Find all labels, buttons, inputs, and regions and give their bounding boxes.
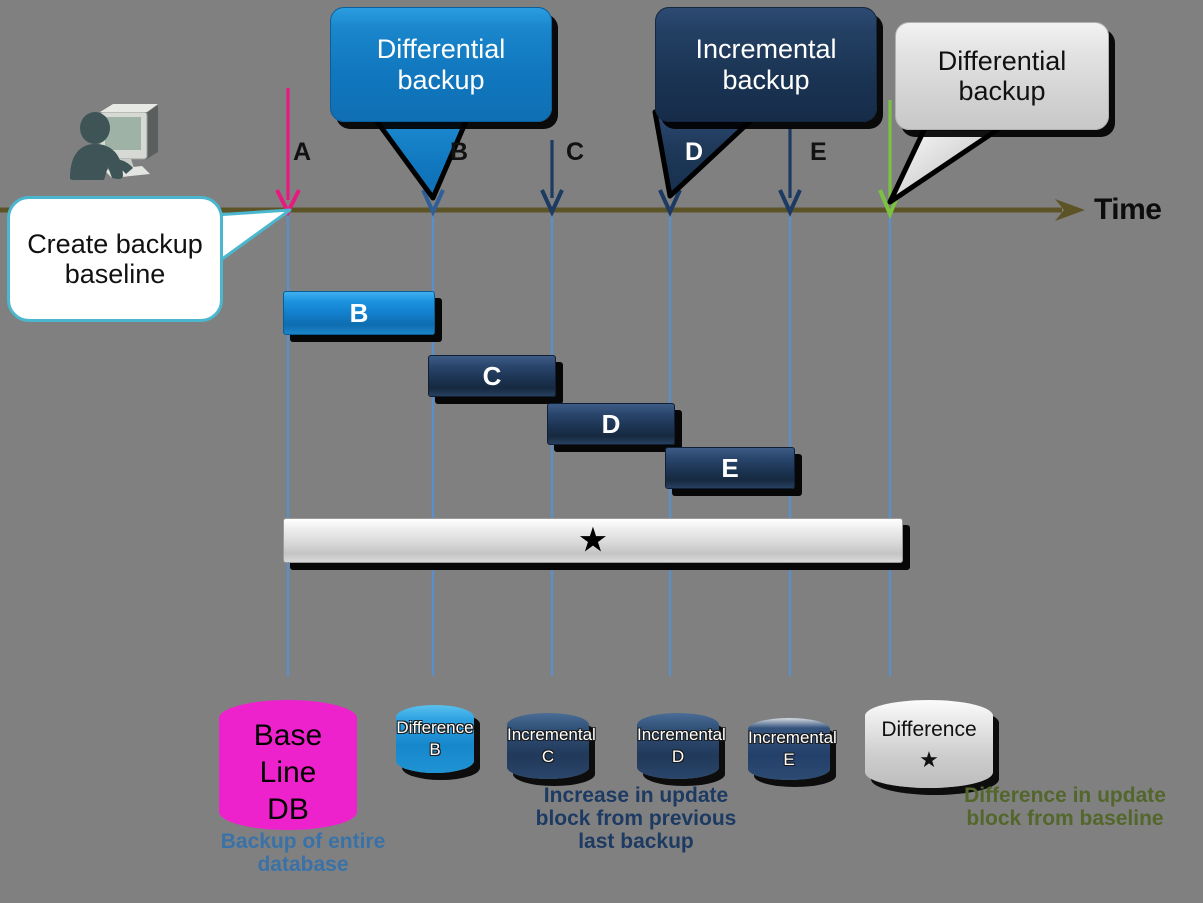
- tick-label-C: C: [566, 138, 585, 166]
- tick-label-E: E: [810, 138, 827, 166]
- bar-star[interactable]: ★: [283, 518, 903, 563]
- bar-b[interactable]: B: [283, 291, 435, 335]
- callout-differential-b[interactable]: Differential backup: [330, 7, 552, 122]
- cylinder-incremental-e[interactable]: Incremental E: [748, 718, 837, 780]
- callout-tail-incremental: [652, 109, 763, 199]
- diagram-canvas: Differential backup Incremental backup D…: [0, 0, 1203, 903]
- callout-incremental[interactable]: Incremental backup: [655, 7, 877, 122]
- cylinder-baseline[interactable]: Base Line DB: [219, 700, 357, 830]
- tick-label-D: D: [685, 138, 704, 166]
- diagram-vector-layer: [0, 88, 1085, 676]
- tick-label-A: A: [293, 138, 312, 166]
- bar-d[interactable]: D: [547, 403, 675, 445]
- callout-tail-baseline: [213, 208, 292, 264]
- cylinder-incremental-d-body: [637, 713, 719, 779]
- caption-differential: Difference in update block from baseline: [964, 784, 1166, 831]
- callout-tail-differential-star: [887, 125, 1003, 205]
- tick-arrow-B: [421, 110, 445, 217]
- callout-differential-star-text: Differential backup: [937, 45, 1067, 106]
- cylinder-difference-b-body: [396, 705, 474, 773]
- bar-b-label: B: [349, 297, 369, 328]
- caption-incremental: Increase in update block from previous l…: [535, 784, 737, 854]
- tick-arrow-E: [778, 128, 802, 217]
- callout-baseline-text: Create backup baseline: [27, 228, 203, 289]
- cylinder-baseline-body: [219, 700, 357, 830]
- cylinder-incremental-c-body: [507, 713, 589, 779]
- tick-arrow-D: [658, 120, 682, 217]
- callout-baseline[interactable]: Create backup baseline: [7, 196, 223, 322]
- time-axis-label: Time: [1094, 193, 1162, 226]
- callout-differential-star[interactable]: Differential backup: [895, 22, 1109, 130]
- bar-e-label: E: [721, 452, 739, 483]
- callout-tails: [213, 109, 1003, 264]
- tick-label-B: B: [450, 138, 469, 166]
- cylinder-incremental-c[interactable]: Incremental C: [507, 713, 596, 779]
- star-icon: ★: [579, 524, 607, 557]
- cylinder-incremental-d[interactable]: Incremental D: [637, 713, 726, 779]
- cylinder-difference-b[interactable]: Difference B: [396, 705, 474, 773]
- person-at-computer-icon: [70, 104, 158, 180]
- cylinder-difference-star[interactable]: Difference ★: [865, 700, 993, 788]
- cylinder-difference-star-body: [865, 700, 993, 788]
- tick-arrow-C: [540, 140, 564, 217]
- cylinder-incremental-e-body: [748, 718, 830, 780]
- caption-baseline: Backup of entire database: [220, 830, 386, 877]
- bar-e[interactable]: E: [665, 447, 795, 489]
- bar-c[interactable]: C: [428, 355, 556, 397]
- bar-c-label: C: [482, 360, 502, 391]
- callout-incremental-text: Incremental backup: [695, 34, 837, 95]
- callout-differential-b-text: Differential backup: [376, 34, 506, 95]
- bar-d-label: D: [601, 408, 621, 439]
